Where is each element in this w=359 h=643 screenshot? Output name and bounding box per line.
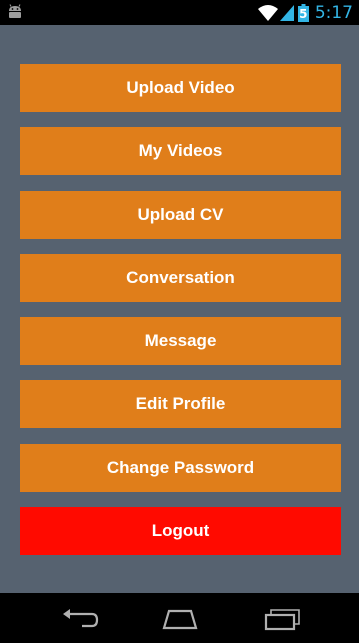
upload-cv-button[interactable]: Upload CV — [20, 190, 341, 239]
upload-video-button[interactable]: Upload Video — [20, 64, 341, 112]
logout-button[interactable]: Logout — [20, 507, 341, 556]
back-icon[interactable] — [60, 605, 100, 631]
signal-icon — [279, 4, 294, 21]
menu-list: Upload Video My Videos Upload CV Conversati… — [20, 64, 341, 570]
navigation-bar — [0, 593, 359, 643]
battery-icon: 5 — [297, 3, 309, 22]
edit-profile-button[interactable]: Edit Profile — [20, 380, 341, 429]
home-icon[interactable] — [160, 605, 200, 631]
wifi-icon — [257, 4, 278, 21]
my-videos-button[interactable]: My Videos — [20, 127, 341, 176]
message-button[interactable]: Message — [20, 317, 341, 366]
main-content: Upload Video My Videos Upload CV Conversati… — [0, 25, 359, 593]
android-icon — [9, 4, 21, 18]
change-password-button[interactable]: Change Password — [20, 443, 341, 492]
clock: 5:17 — [314, 2, 353, 23]
battery-level: 5 — [299, 6, 308, 21]
status-bar: 5 5:17 — [0, 0, 359, 25]
conversation-button[interactable]: Conversation — [20, 253, 341, 302]
recent-apps-icon[interactable] — [262, 605, 302, 631]
